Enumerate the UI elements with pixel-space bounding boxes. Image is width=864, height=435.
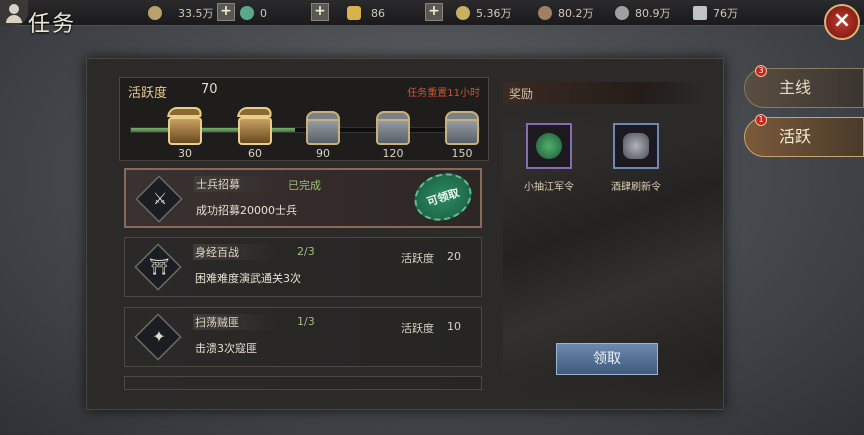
chest-120[interactable] — [376, 111, 410, 145]
wood-value: 80.2万 — [558, 7, 594, 20]
milestone-label: 120 — [382, 147, 404, 160]
task-desc: 击溃3次寇匪 — [195, 342, 257, 355]
add-gold-button[interactable]: + — [425, 3, 443, 21]
page-title: 任务 — [28, 12, 77, 37]
iron-icon — [693, 6, 707, 20]
task-points: 10 — [447, 320, 461, 333]
chest-lid — [445, 111, 479, 121]
gold-resource: 86 — [347, 4, 385, 22]
recruit-icon: ⚔ — [152, 189, 168, 208]
gold-value: 86 — [371, 6, 385, 20]
milestone-label: 150 — [451, 147, 473, 160]
tab-label: 活跃 — [779, 127, 812, 146]
jade-value: 0 — [260, 6, 267, 20]
grain-value: 5.36万 — [476, 7, 512, 20]
reward-name: 小抽江军令 — [524, 182, 574, 193]
gold-ingot-icon — [347, 6, 361, 20]
reward-item[interactable] — [526, 123, 572, 169]
reset-timer: 任务重置11小时 — [407, 88, 480, 99]
task-item[interactable]: ✦ 扫荡贼匪 1/3 击溃3次寇匪 活跃度 10 — [124, 307, 482, 367]
iron-value: 76万 — [713, 7, 738, 20]
claim-button[interactable]: 领取 — [556, 343, 658, 375]
notification-badge: 3 — [755, 65, 767, 77]
avatar-head — [9, 4, 19, 14]
avatar-button[interactable] — [0, 0, 28, 26]
grain-icon — [456, 6, 470, 20]
chest-lid — [167, 107, 203, 117]
milestone-label: 30 — [178, 147, 192, 160]
milestone-label: 60 — [248, 147, 262, 160]
milestone-label: 90 — [316, 147, 330, 160]
avatar-body — [6, 15, 22, 23]
stone-token-icon — [623, 133, 649, 159]
task-name: 士兵招募 — [194, 176, 278, 192]
wood-resource: 80.2万 — [538, 4, 594, 22]
tab-label: 主线 — [779, 78, 812, 97]
chest-lid — [376, 111, 410, 121]
bandit-icon: ✦ — [152, 327, 166, 346]
task-item[interactable]: ⛩ 身经百战 2/3 困难难度演武通关3次 活跃度 20 — [124, 237, 482, 297]
tab-activity[interactable]: 1 活跃 — [744, 114, 864, 157]
task-progress: 1/3 — [297, 315, 315, 328]
add-jade-button[interactable]: + — [311, 3, 329, 21]
tab-main-quest[interactable]: 3 主线 — [744, 65, 864, 108]
copper-coin-icon — [148, 6, 162, 20]
copper-resource: 33.5万 — [148, 4, 214, 22]
task-points-label: 活跃度 — [401, 252, 434, 265]
chest-30[interactable] — [167, 107, 203, 145]
task-status: 已完成 — [288, 179, 321, 192]
grain-resource: 5.36万 — [456, 4, 512, 22]
chest-lid — [237, 107, 273, 117]
jade-resource: 0 — [240, 4, 267, 22]
activity-value: 70 — [201, 82, 218, 97]
stone-value: 80.9万 — [635, 7, 671, 20]
close-button[interactable]: × — [824, 4, 860, 40]
reward-item[interactable] — [613, 123, 659, 169]
stone-resource: 80.9万 — [615, 4, 671, 22]
chest-150[interactable] — [445, 111, 479, 145]
activity-label: 活跃度 — [128, 86, 168, 101]
task-progress: 2/3 — [297, 245, 315, 258]
jade-token-icon — [536, 133, 562, 159]
chest-90[interactable] — [306, 111, 340, 145]
chest-lid — [306, 111, 340, 121]
task-points: 20 — [447, 250, 461, 263]
wood-icon — [538, 6, 552, 20]
reward-name: 酒肆刷新令 — [611, 182, 661, 193]
reward-header: 奖励 — [503, 82, 705, 104]
task-name: 身经百战 — [193, 244, 277, 260]
copper-value: 33.5万 — [178, 7, 214, 20]
stone-icon — [615, 6, 629, 20]
task-name: 扫荡贼匪 — [193, 314, 277, 330]
chest-60[interactable] — [237, 107, 273, 145]
claim-stamp-button[interactable]: 可领取 — [408, 166, 478, 228]
jade-icon — [240, 6, 254, 20]
task-desc: 成功招募20000士兵 — [196, 204, 297, 217]
iron-resource: 76万 — [693, 4, 738, 22]
notification-badge: 1 — [755, 114, 767, 126]
top-bar: 任务 33.5万 + 0 + 86 + 5.36万 80.2万 80.9万 76… — [0, 0, 864, 37]
task-item-partial[interactable] — [124, 376, 482, 390]
gate-icon: ⛩ — [149, 257, 170, 276]
task-desc: 困难难度演武通关3次 — [195, 272, 301, 285]
task-points-label: 活跃度 — [401, 322, 434, 335]
add-copper-button[interactable]: + — [217, 3, 235, 21]
task-item[interactable]: ⚔ 士兵招募 已完成 成功招募20000士兵 可领取 — [124, 166, 482, 228]
